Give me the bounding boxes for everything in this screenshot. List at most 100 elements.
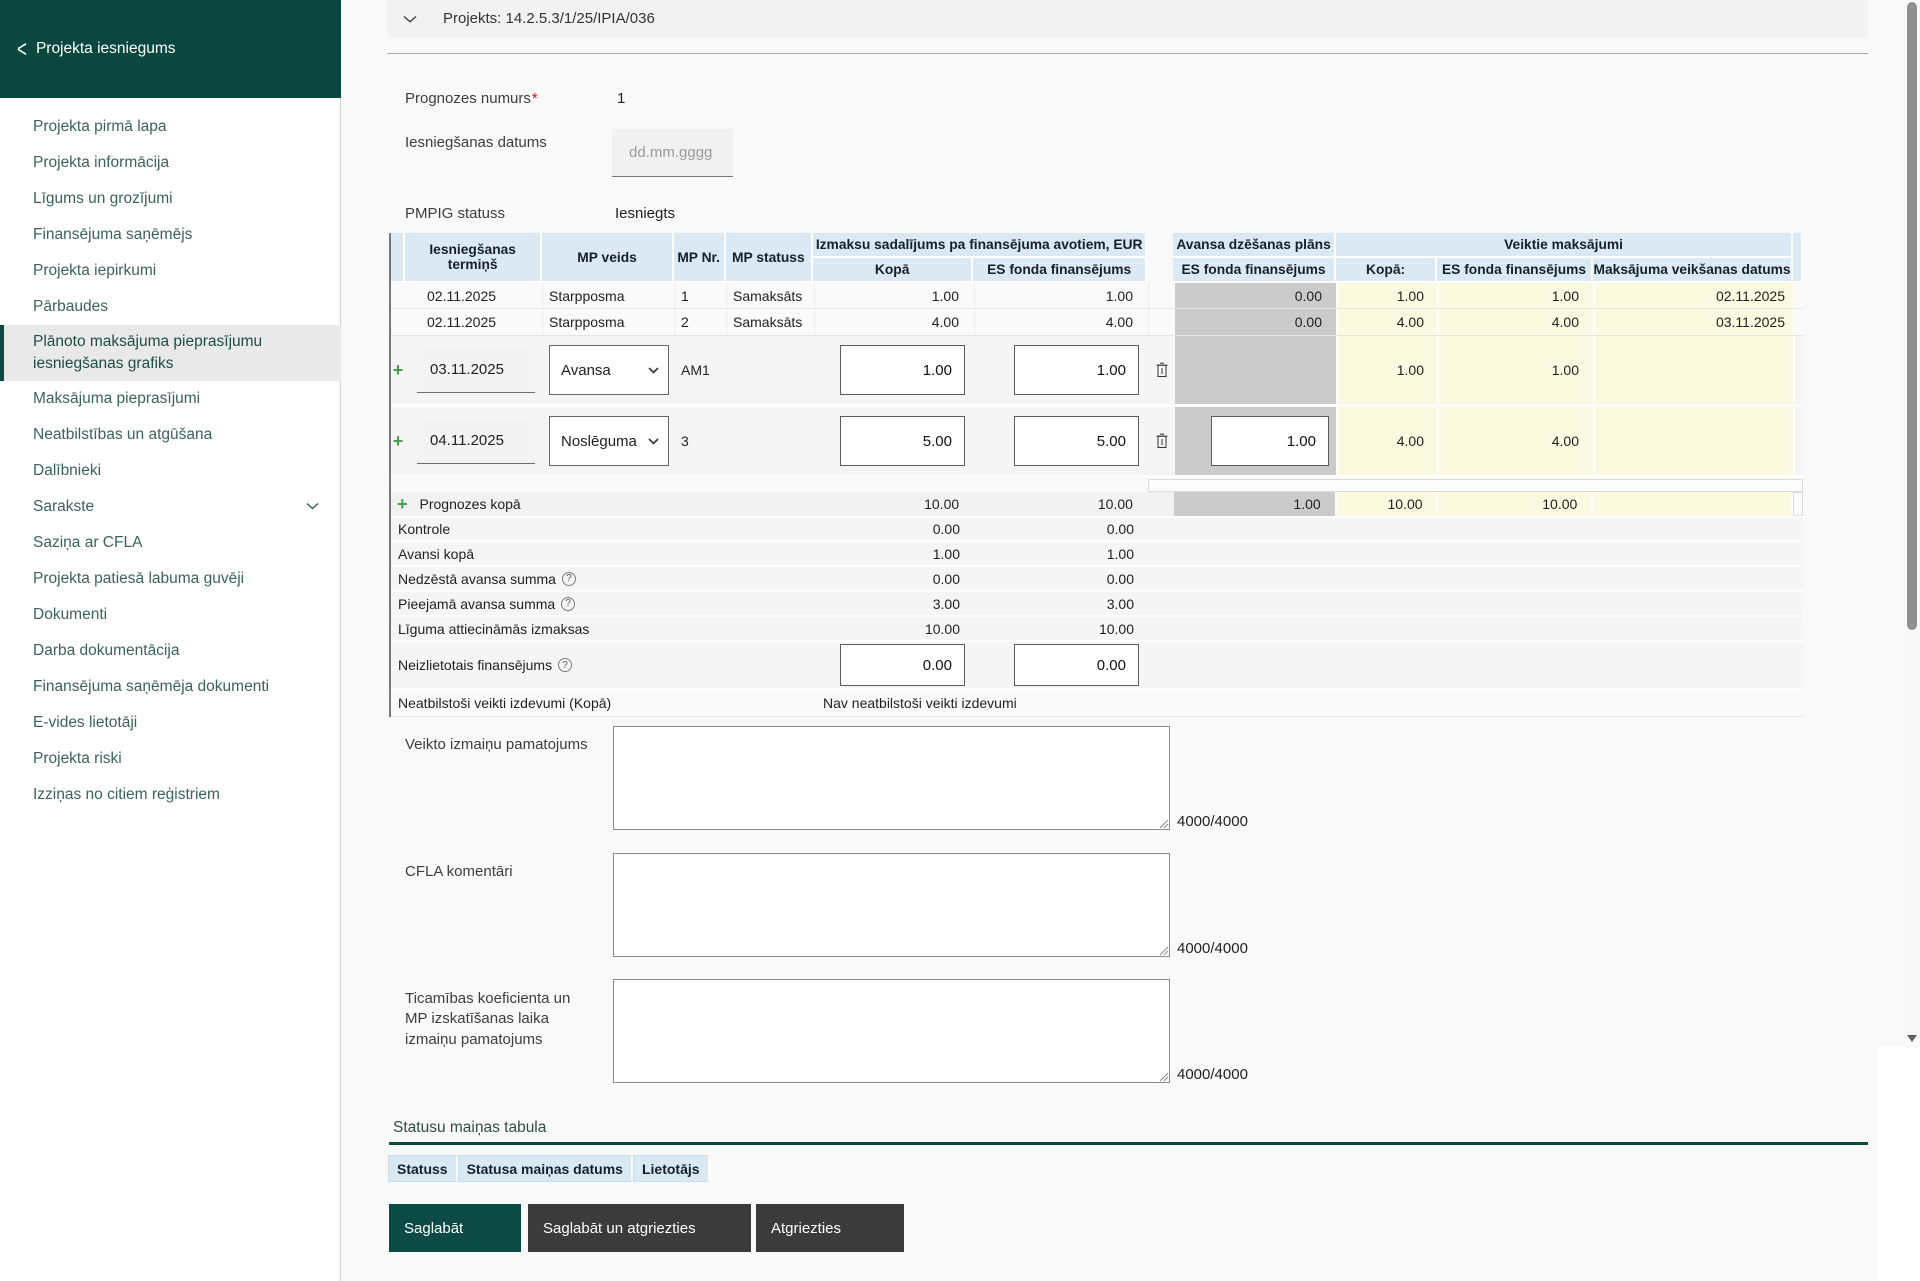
header-maksajuma-datums: Maksājuma veikšanas datums [1593, 258, 1793, 283]
sidebar-item-maksajuma-pieprasijumi[interactable]: Maksājuma pieprasījumi [0, 381, 341, 417]
background-patch [1877, 1047, 1920, 1281]
sidebar-item-ligums-un-grozijumi[interactable]: Līgums un grozījumi [0, 181, 341, 217]
termins-date-input[interactable] [417, 347, 535, 393]
sidebar-item-e-vides-lietotaji[interactable]: E-vides lietotāji [0, 705, 341, 741]
header-avansa-es: ES fonda finansējums [1173, 258, 1336, 283]
back-chevron-icon: < [17, 37, 27, 61]
sidebar-item-planoto-maksajuma-grafiks[interactable]: Plānoto maksājuma pieprasījumu iesniegša… [0, 325, 341, 381]
sidebar: < Projekta iesniegums Projekta pirmā lap… [0, 0, 341, 1281]
sidebar-item-sazina-ar-cfla[interactable]: Saziņa ar CFLA [0, 525, 341, 561]
cell-mp-statuss: Samaksāts [727, 283, 815, 308]
table-header: Iesniegšanas termiņš MP veids MP Nr. MP … [391, 233, 1803, 283]
char-counter: 4000/4000 [1177, 813, 1248, 830]
neizlietotais-kopa-input[interactable] [840, 644, 965, 686]
chevron-down-icon [648, 438, 659, 445]
termins-date-input[interactable] [417, 418, 535, 464]
cell-maksajuma-datums: 02.11.2025 [1595, 283, 1795, 308]
scrollbar-down-arrow-icon[interactable] [1907, 1035, 1917, 1042]
header-kopa: Kopā [813, 258, 973, 283]
kopa-input[interactable] [840, 416, 965, 466]
mp-veids-select[interactable]: Avansa [549, 345, 669, 395]
sidebar-item-dokumenti[interactable]: Dokumenti [0, 597, 341, 633]
sidebar-item-sanemeja-dokumenti[interactable]: Finansējuma saņēmēja dokumenti [0, 669, 341, 705]
chevron-down-icon [648, 367, 659, 374]
totals-es: 10.00 [974, 492, 1148, 516]
cell-termins: 02.11.2025 [405, 309, 543, 335]
totals-veiktie-es: 10.00 [1438, 492, 1594, 516]
summary-label: Nedzēstā avansa summa [398, 571, 556, 587]
sidebar-item-dalibnieki[interactable]: Dalībnieki [0, 453, 341, 489]
cell-veiktie-kopa: 1.00 [1338, 283, 1439, 308]
sidebar-item-finansejuma-sanemejs[interactable]: Finansējuma saņēmējs [0, 217, 341, 253]
es-fonda-input[interactable] [1014, 345, 1139, 395]
totals-row: + Prognozes kopā 10.00 10.00 1.00 10.00 … [391, 492, 1803, 518]
save-button[interactable]: Saglabāt [389, 1204, 521, 1252]
summary-es: 0.00 [975, 567, 1149, 590]
project-collapse-bar[interactable]: Projekts: 14.2.5.3/1/25/IPIA/036 [387, 0, 1868, 37]
summary-row: Kontrole 0.00 0.00 [391, 518, 1803, 542]
neatbilstosi-row: Neatbilstoši veikti izdevumi (Kopā) Nav … [391, 690, 1803, 717]
delete-row-button[interactable] [1149, 362, 1175, 378]
header-veiktie-group: Veiktie maksājumi [1336, 233, 1793, 258]
summary-label: Pieejamā avansa summa [398, 596, 555, 612]
cell-mp-veids: Starpposma [543, 309, 675, 335]
pmpig-statuss-value: Iesniegts [615, 205, 675, 222]
cfla-komentari-label: CFLA komentāri [405, 863, 513, 880]
cell-veiktie-es: 1.00 [1439, 336, 1595, 404]
cell-mp-nr: 3 [675, 407, 727, 475]
sidebar-item-projekta-pirma-lapa[interactable]: Projekta pirmā lapa [0, 109, 341, 145]
add-row-button[interactable]: + [393, 432, 404, 450]
prognozes-numurs-label: Prognozes numurs* [405, 90, 538, 107]
summary-es: 0.00 [975, 518, 1149, 540]
totals-veiktie-kopa: 10.00 [1337, 492, 1438, 516]
scrollbar-thumb[interactable] [1907, 2, 1917, 630]
sidebar-item-neatbilstibas[interactable]: Neatbilstības un atgūšana [0, 417, 341, 453]
sidebar-header-label: Projekta iesniegums [36, 40, 176, 58]
info-icon[interactable]: ? [561, 597, 575, 611]
es-fonda-input[interactable] [1014, 416, 1139, 466]
avansa-es-input[interactable] [1211, 416, 1329, 466]
return-button[interactable]: Atgriezties [756, 1204, 904, 1252]
sidebar-item-projekta-riski[interactable]: Projekta riski [0, 741, 341, 777]
sidebar-item-sarakste[interactable]: Sarakste [0, 489, 341, 525]
save-and-return-button[interactable]: Saglabāt un atgriezties [528, 1204, 751, 1252]
iesniegsanas-datums-input[interactable] [612, 129, 733, 177]
status-table-underline [389, 1142, 1868, 1145]
kopa-input[interactable] [840, 345, 965, 395]
summary-kopa: 0.00 [815, 518, 975, 540]
cell-kopa: 1.00 [815, 283, 975, 308]
sidebar-item-parbaudes[interactable]: Pārbaudes [0, 289, 341, 325]
info-icon[interactable]: ? [562, 572, 576, 586]
sidebar-item-patiesa-labuma-guveji[interactable]: Projekta patiesā labuma guvēji [0, 561, 341, 597]
delete-row-button[interactable] [1149, 433, 1175, 449]
summary-es: 1.00 [975, 542, 1149, 565]
summary-kopa: 1.00 [815, 542, 975, 565]
sidebar-menu: Projekta pirmā lapa Projekta informācija… [0, 109, 341, 813]
veikto-izmainu-textarea[interactable] [613, 726, 1170, 830]
cell-veiktie-kopa: 1.00 [1338, 336, 1439, 404]
status-col-statuss: Statuss [388, 1155, 458, 1182]
cfla-komentari-textarea[interactable] [613, 853, 1170, 957]
required-asterisk: * [532, 90, 538, 107]
sidebar-item-projekta-informacija[interactable]: Projekta informācija [0, 145, 341, 181]
editable-row: + Avansa AM1 1.00 1.00 [391, 336, 1803, 407]
header-gutter [391, 233, 405, 283]
info-icon[interactable]: ? [558, 658, 572, 672]
sidebar-item-darba-dokumentacija[interactable]: Darba dokumentācija [0, 633, 341, 669]
sidebar-item-projekta-iepirkumi[interactable]: Projekta iepirkumi [0, 253, 341, 289]
ticamibas-textarea[interactable] [613, 979, 1170, 1083]
strip-cell [1148, 479, 1803, 492]
add-row-button[interactable]: + [397, 495, 408, 513]
add-row-button[interactable]: + [393, 361, 404, 379]
sidebar-item-izzinas[interactable]: Izziņas no citiem reģistriem [0, 777, 341, 813]
summary-row: Pieejamā avansa summa? 3.00 3.00 [391, 592, 1803, 617]
trash-icon [1155, 433, 1169, 449]
neizlietotais-es-input[interactable] [1014, 644, 1139, 686]
strip-cell [1793, 492, 1803, 516]
back-to-project-button[interactable]: < Projekta iesniegums [0, 0, 341, 98]
mp-veids-select[interactable]: Noslēguma [549, 416, 669, 466]
status-table-header: Statuss Statusa maiņas datums Lietotājs [388, 1155, 710, 1182]
iesniegsanas-datums-label: Iesniegšanas datums [405, 134, 547, 151]
summary-es: 3.00 [975, 592, 1149, 615]
status-col-datums: Statusa maiņas datums [458, 1155, 633, 1182]
